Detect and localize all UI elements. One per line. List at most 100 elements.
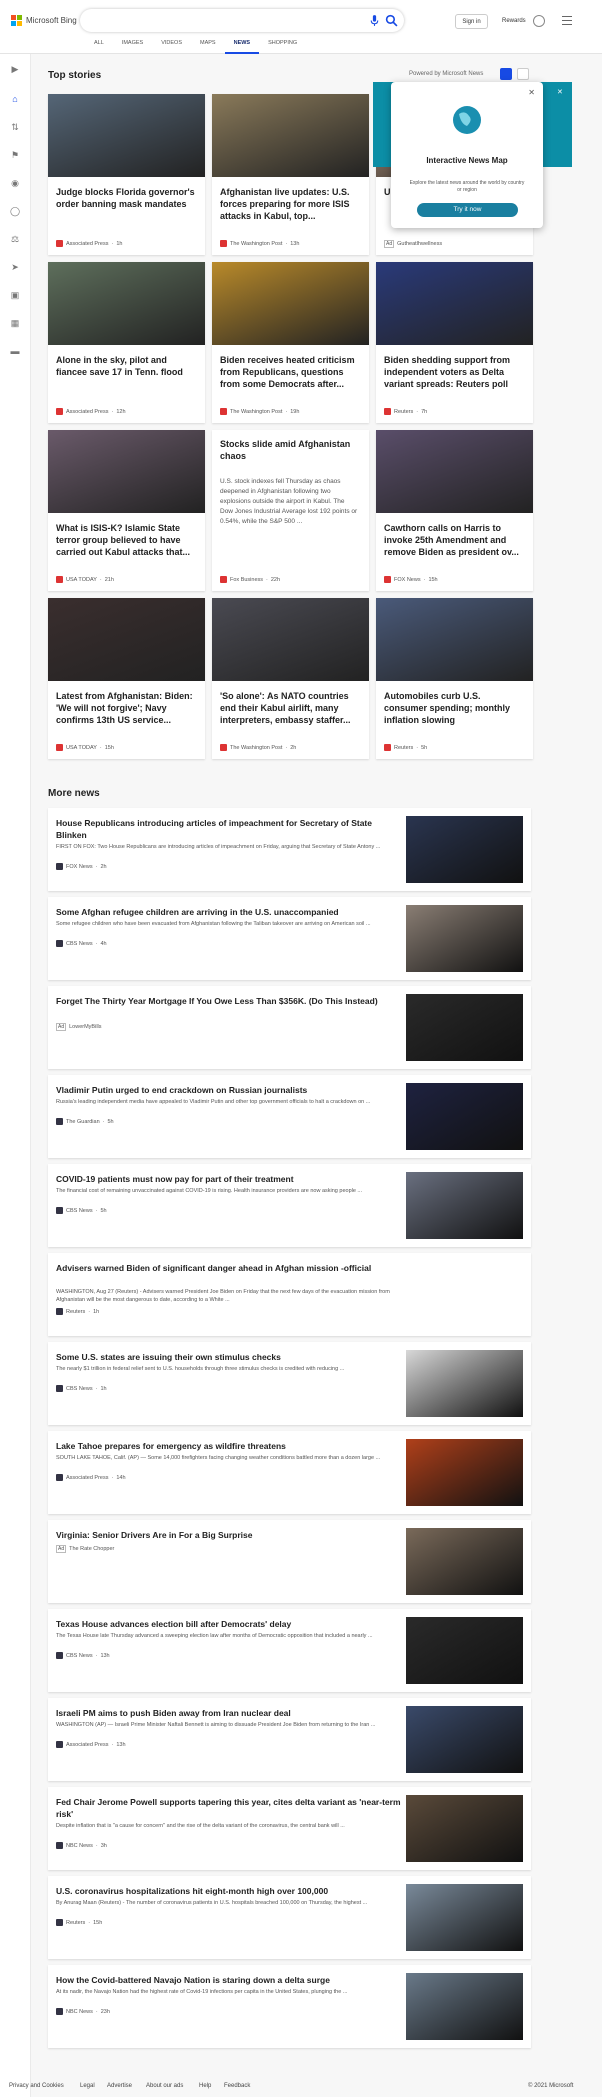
source-name[interactable]: Reuters (394, 745, 413, 751)
news-title[interactable]: U.S. coronavirus hospitalizations hit ei… (56, 1885, 401, 1897)
story-title[interactable]: What is ISIS-K? Islamic State terror gro… (56, 522, 198, 558)
story-title[interactable]: Stocks slide amid Afghanistan chaos (220, 438, 362, 462)
tab-maps[interactable]: MAPS (191, 40, 225, 54)
news-row[interactable]: Vladimir Putin urged to end crackdown on… (48, 1075, 531, 1158)
story-card[interactable]: Biden receives heated criticism from Rep… (212, 262, 369, 423)
briefcase-icon[interactable]: ▦ (10, 318, 20, 328)
source-name[interactable]: FOX News (394, 577, 421, 583)
story-card[interactable]: Afghanistan live updates: U.S. forces pr… (212, 94, 369, 255)
story-card[interactable]: Stocks slide amid Afghanistan chaos U.S. … (212, 430, 369, 591)
news-title[interactable]: Fed Chair Jerome Powell supports taperin… (56, 1796, 401, 1820)
shuffle-icon[interactable]: ⇅ (10, 122, 20, 132)
news-title[interactable]: Some U.S. states are issuing their own s… (56, 1351, 401, 1363)
search-box[interactable] (80, 9, 404, 32)
tab-shopping[interactable]: SHOPPING (259, 40, 306, 54)
news-thumbnail[interactable] (406, 1350, 523, 1417)
expand-icon[interactable]: ▶ (10, 64, 20, 74)
news-thumbnail[interactable] (406, 1706, 523, 1773)
footer-link-advertise[interactable]: Advertise (107, 2083, 132, 2089)
close-icon[interactable]: ✕ (557, 88, 563, 96)
news-thumbnail[interactable] (406, 1617, 523, 1684)
story-title[interactable]: Biden receives heated criticism from Rep… (220, 354, 362, 390)
news-thumbnail[interactable] (406, 905, 523, 972)
source-name[interactable]: LowerMyBills (69, 1024, 101, 1030)
footer-link-help[interactable]: Help (199, 2083, 211, 2089)
rocket-icon[interactable]: ➤ (10, 262, 20, 272)
news-thumbnail[interactable] (406, 1083, 523, 1150)
story-title[interactable]: Judge blocks Florida governor's order ba… (56, 186, 198, 210)
news-row[interactable]: Advisers warned Biden of significant dan… (48, 1253, 531, 1336)
story-card[interactable]: Alone in the sky, pilot and fiancee save… (48, 262, 205, 423)
news-row[interactable]: Fed Chair Jerome Powell supports taperin… (48, 1787, 531, 1870)
news-title[interactable]: How the Covid-battered Navajo Nation is … (56, 1974, 401, 1986)
news-thumbnail[interactable] (406, 1973, 523, 2040)
footer-link-privacy[interactable]: Privacy and Cookies (9, 2083, 64, 2089)
story-title[interactable]: Afghanistan live updates: U.S. forces pr… (220, 186, 362, 222)
sign-in-button[interactable]: Sign in (455, 14, 488, 29)
source-name[interactable]: Associated Press (66, 409, 109, 415)
news-title[interactable]: Vladimir Putin urged to end crackdown on… (56, 1084, 401, 1096)
map-view-icon[interactable] (517, 68, 529, 80)
news-title[interactable]: Some Afghan refugee children are arrivin… (56, 906, 401, 918)
home-icon[interactable]: ⌂ (10, 94, 20, 104)
scales-icon[interactable]: ⚖ (10, 234, 20, 244)
source-name[interactable]: Fox Business (230, 577, 263, 583)
news-title[interactable]: Israeli PM aims to push Biden away from … (56, 1707, 401, 1719)
tab-news[interactable]: NEWS (224, 40, 260, 54)
source-name[interactable]: The Washington Post (230, 241, 282, 247)
news-row[interactable]: Virginia: Senior Drivers Are in For a Bi… (48, 1520, 531, 1603)
news-title[interactable]: Forget The Thirty Year Mortgage If You O… (56, 995, 401, 1007)
news-thumbnail[interactable] (406, 1795, 523, 1862)
story-card[interactable]: Latest from Afghanistan: Biden: 'We will… (48, 598, 205, 759)
try-it-now-button[interactable]: Try it now (417, 203, 518, 217)
news-title[interactable]: Lake Tahoe prepares for emergency as wil… (56, 1440, 401, 1452)
tab-all[interactable]: ALL (85, 40, 113, 54)
story-title[interactable]: Automobiles curb U.S. consumer spending;… (384, 690, 526, 726)
story-title[interactable]: Cawthorn calls on Harris to invoke 25th … (384, 522, 526, 558)
footer-link-legal[interactable]: Legal (80, 2083, 95, 2089)
source-name[interactable]: NBC News (66, 1843, 93, 1849)
source-name[interactable]: USA TODAY (66, 745, 97, 751)
source-name[interactable]: Reuters (66, 1920, 85, 1926)
source-name[interactable]: NBC News (66, 2009, 93, 2015)
grid-view-icon[interactable] (500, 68, 512, 80)
microphone-icon[interactable] (368, 14, 381, 27)
film-icon[interactable]: ▣ (10, 290, 20, 300)
footer-link-feedback[interactable]: Feedback (224, 2083, 250, 2089)
source-name[interactable]: The Washington Post (230, 409, 282, 415)
news-row[interactable]: Lake Tahoe prepares for emergency as wil… (48, 1431, 531, 1514)
news-title[interactable]: House Republicans introducing articles o… (56, 817, 401, 841)
tab-videos[interactable]: VIDEOS (152, 40, 191, 54)
source-name[interactable]: The Washington Post (230, 745, 282, 751)
rewards-medal-icon[interactable] (533, 15, 545, 27)
news-row[interactable]: Forget The Thirty Year Mortgage If You O… (48, 986, 531, 1069)
location-icon[interactable]: ◉ (10, 178, 20, 188)
story-card[interactable]: Cawthorn calls on Harris to invoke 25th … (376, 430, 533, 591)
source-name[interactable]: USA TODAY (66, 577, 97, 583)
search-icon[interactable] (385, 14, 398, 27)
news-title[interactable]: Virginia: Senior Drivers Are in For a Bi… (56, 1529, 401, 1541)
story-card[interactable]: Biden shedding support from independent … (376, 262, 533, 423)
news-title[interactable]: Texas House advances election bill after… (56, 1618, 401, 1630)
source-name[interactable]: CBS News (66, 941, 93, 947)
source-name[interactable]: CBS News (66, 1653, 93, 1659)
source-name[interactable]: CBS News (66, 1386, 93, 1392)
car-icon[interactable]: ▬ (10, 346, 20, 356)
globe-icon[interactable]: ◯ (10, 206, 20, 216)
source-name[interactable]: CBS News (66, 1208, 93, 1214)
rewards-link[interactable]: Rewards (502, 18, 526, 24)
story-card[interactable]: What is ISIS-K? Islamic State terror gro… (48, 430, 205, 591)
story-card[interactable]: Judge blocks Florida governor's order ba… (48, 94, 205, 255)
flag-icon[interactable]: ⚑ (10, 150, 20, 160)
source-name[interactable]: Associated Press (66, 241, 109, 247)
news-row[interactable]: U.S. coronavirus hospitalizations hit ei… (48, 1876, 531, 1959)
source-name[interactable]: Reuters (66, 1309, 85, 1315)
news-thumbnail[interactable] (406, 994, 523, 1061)
story-title[interactable]: 'So alone': As NATO countries end their … (220, 690, 362, 726)
news-thumbnail[interactable] (406, 1884, 523, 1951)
story-title[interactable]: Biden shedding support from independent … (384, 354, 526, 390)
story-title[interactable]: Alone in the sky, pilot and fiancee save… (56, 354, 198, 378)
hamburger-menu-icon[interactable] (562, 16, 572, 25)
source-name[interactable]: The Rate Chopper (69, 1546, 114, 1552)
news-row[interactable]: Some Afghan refugee children are arrivin… (48, 897, 531, 980)
